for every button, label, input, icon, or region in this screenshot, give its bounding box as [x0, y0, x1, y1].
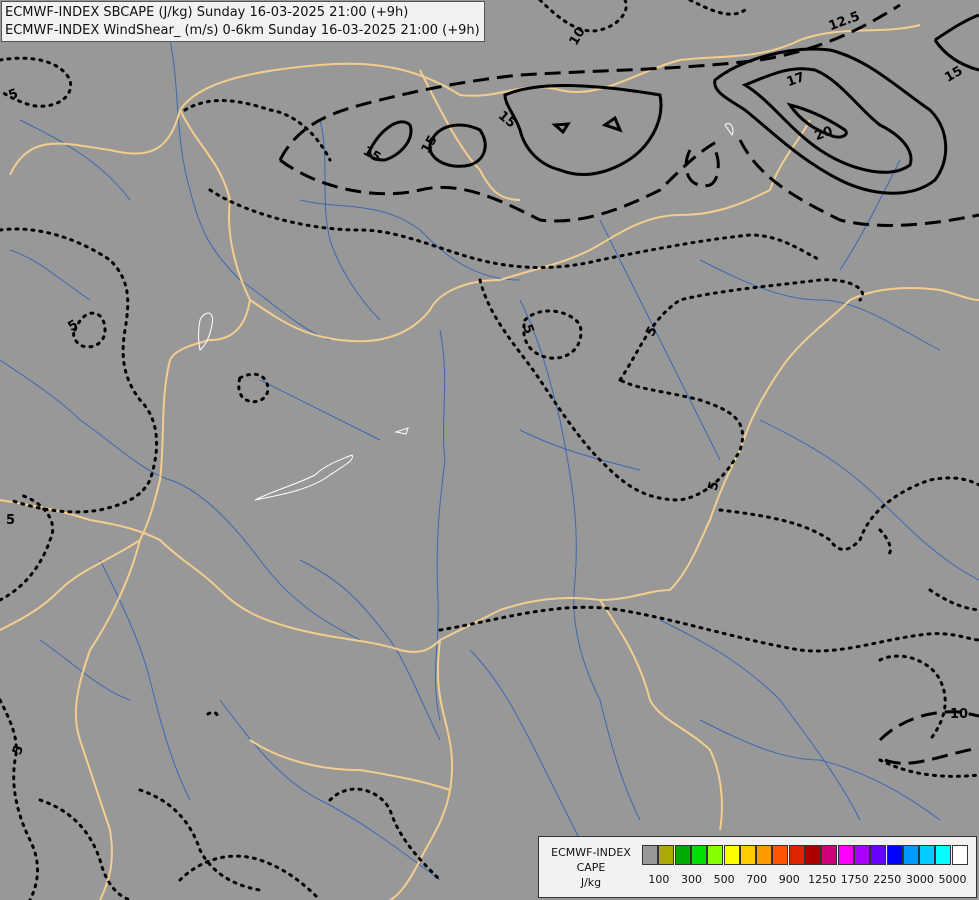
legend-swatch	[886, 845, 903, 865]
legend-swatch	[951, 845, 968, 865]
legend-swatch	[853, 845, 870, 865]
cape-title: ECMWF-INDEX SBCAPE (J/kg) Sunday 16-03-2…	[5, 5, 409, 20]
legend-swatch	[805, 845, 821, 865]
legend-swatch	[919, 845, 936, 865]
legend-swatch	[935, 845, 952, 865]
legend-swatch	[902, 845, 919, 865]
legend-swatch	[870, 845, 887, 865]
legend-tick-label: 700	[746, 873, 768, 886]
windshear-title: ECMWF-INDEX WindShear_ (m/s) 0-6km Sunda…	[5, 23, 480, 38]
legend-title: ECMWF-INDEX CAPE J/kg	[543, 845, 639, 890]
legend-swatch	[788, 845, 805, 865]
legend-tick-label: 3000	[905, 873, 934, 886]
legend-swatch	[756, 845, 773, 865]
legend-tick-label: 100	[648, 873, 670, 886]
legend-swatch	[690, 845, 707, 865]
legend-swatch	[658, 845, 675, 865]
map-title-box: ECMWF-INDEX SBCAPE (J/kg) Sunday 16-03-2…	[1, 1, 485, 42]
legend-swatch	[837, 845, 854, 865]
cape-legend: ECMWF-INDEX CAPE J/kg 100 300 500 700 900 125…	[538, 836, 977, 898]
legend-swatch	[642, 845, 658, 865]
weather-map: 5 5 5 5 5 5 5 10 10 12.5 15 15 15 15 17 …	[0, 0, 979, 900]
legend-swatch	[739, 845, 756, 865]
legend-tick-label: 1750	[840, 873, 869, 886]
legend-swatch	[723, 845, 740, 865]
legend-swatch	[707, 845, 724, 865]
legend-swatch	[772, 845, 789, 865]
legend-tick-label: 5000	[938, 873, 967, 886]
legend-swatch	[821, 845, 838, 865]
legend-title-line: CAPE	[576, 861, 606, 874]
legend-title-line: ECMWF-INDEX	[551, 846, 631, 859]
legend-tick-label: 900	[778, 873, 800, 886]
contour-label: 10	[950, 707, 968, 722]
legend-tick-labels: 100 300 500 700 900 1250 1750 2250 3000 5000	[642, 873, 972, 889]
legend-tick-label: 500	[713, 873, 735, 886]
legend-tick-label: 2250	[873, 873, 902, 886]
contour-label: 5	[6, 513, 15, 528]
legend-swatch	[674, 845, 691, 865]
legend-title-line: J/kg	[580, 876, 602, 889]
legend-tick-label: 300	[681, 873, 702, 886]
legend-tick-label: 1250	[808, 873, 837, 886]
